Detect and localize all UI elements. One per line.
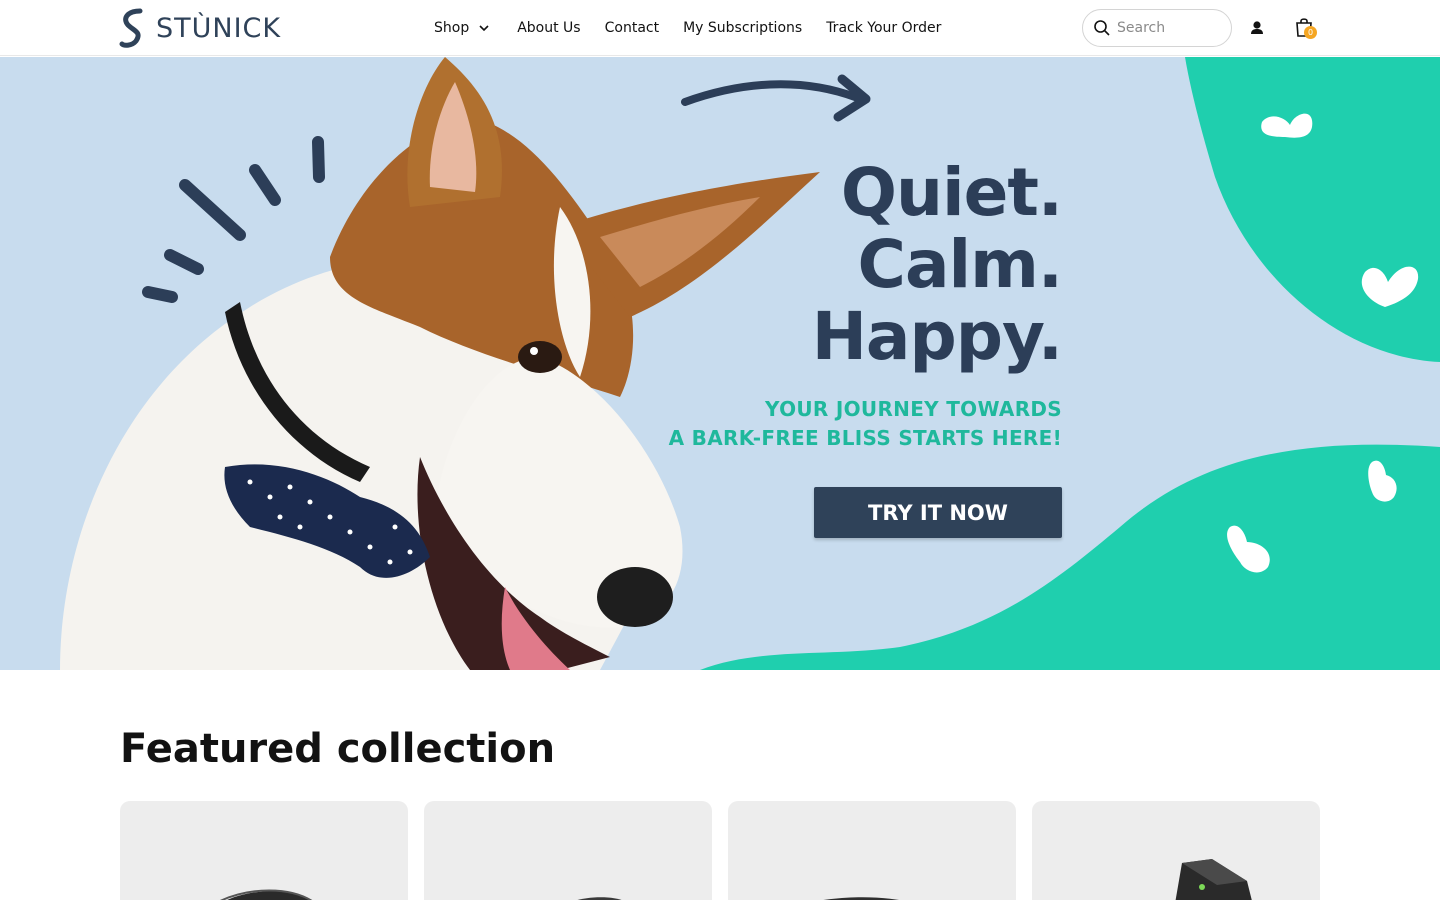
hero-headline-line: Calm. [857,226,1063,303]
product-card[interactable] [120,801,408,900]
account-icon[interactable] [1248,19,1266,37]
bark-collar-device-image [577,897,622,900]
hero-headline-line: Happy. [811,298,1063,375]
nav-shop-label: Shop [434,20,470,36]
bark-collar-device-image [219,889,313,900]
nav-track-your-order[interactable]: Track Your Order [826,20,941,36]
logo-s-icon [119,8,143,48]
hero-headline: Quiet. Calm. Happy. [811,154,1063,375]
site-header: STÙNICK Shop About Us Contact My Subscri… [0,0,1440,56]
bark-collar-device-image [824,897,898,900]
nav-my-subscriptions[interactable]: My Subscriptions [683,20,802,36]
search-input[interactable] [1117,20,1217,36]
nav-contact[interactable]: Contact [605,20,659,36]
hero-headline-line: Quiet. [840,154,1063,231]
search-box[interactable] [1082,9,1232,47]
hero-subheadline-line: A BARK-FREE BLISS STARTS HERE! [668,426,1062,450]
hero-subheadline-line: YOUR JOURNEY TOWARDS [765,397,1062,421]
ultrasonic-device-image [1175,859,1252,900]
product-card[interactable] [1032,801,1320,900]
brand-logo[interactable]: STÙNICK [118,8,281,48]
nav-shop[interactable]: Shop [434,20,493,36]
nav-about-us[interactable]: About Us [517,20,580,36]
cart-button[interactable]: 0 [1294,16,1317,40]
brand-name: STÙNICK [156,12,282,44]
product-card[interactable] [728,801,1016,900]
main-nav: Shop About Us Contact My Subscriptions T… [434,0,941,56]
hero-subheadline: YOUR JOURNEY TOWARDS A BARK-FREE BLISS S… [669,395,1062,453]
featured-collection-title: Featured collection [120,726,556,772]
try-it-now-button[interactable]: TRY IT NOW [814,487,1062,538]
hero-banner: Quiet. Calm. Happy. YOUR JOURNEY TOWARDS… [0,57,1440,670]
product-card[interactable] [424,801,712,900]
hero-illustration [60,57,1440,670]
chevron-down-icon [479,25,489,32]
search-icon [1094,20,1110,36]
cart-count-badge: 0 [1304,26,1317,39]
